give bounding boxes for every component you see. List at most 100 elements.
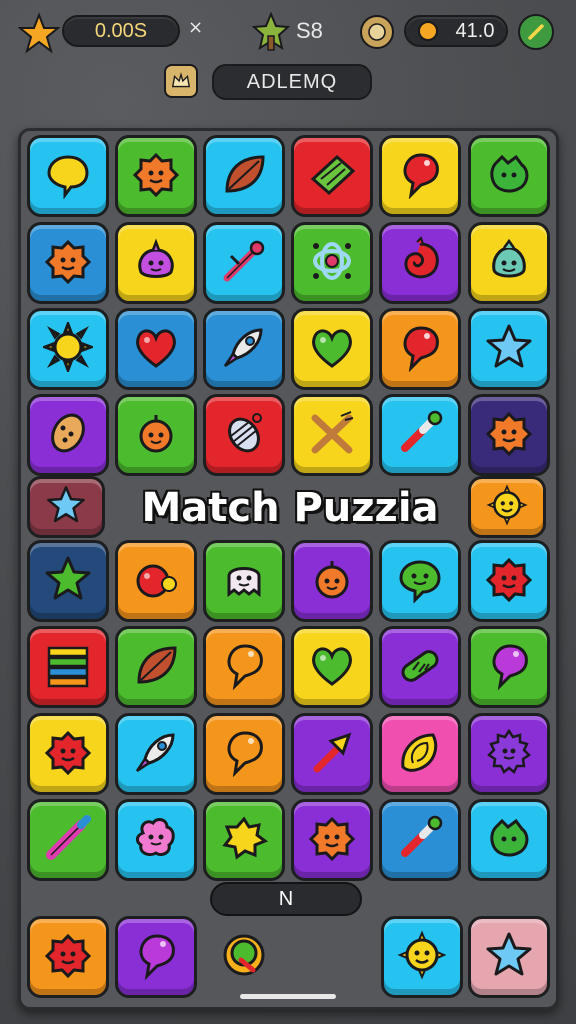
tile-r2-c1[interactable] (115, 308, 197, 390)
tile-r6-c2[interactable] (203, 626, 285, 708)
tile-r7-c3[interactable] (291, 713, 373, 795)
rocket-icon (131, 727, 181, 781)
tile-r9-c4[interactable] (381, 916, 463, 998)
orange-blob-icon (131, 149, 181, 203)
tile-r2-c0[interactable] (27, 308, 109, 390)
leaf-icon (131, 640, 181, 694)
purple-bubble-icon (131, 930, 181, 984)
orange-blob-icon (43, 236, 93, 290)
tile-r0-c3[interactable] (291, 135, 373, 217)
orange-bubble-icon (219, 640, 269, 694)
tile-r3-c0[interactable] (27, 394, 109, 476)
tile-r0-c1[interactable] (115, 135, 197, 217)
atom-icon (307, 236, 357, 290)
arrow-icon (307, 727, 357, 781)
close-icon[interactable]: × (188, 17, 203, 38)
tile-r9-c2[interactable] (203, 916, 285, 998)
red-bubble-icon (395, 149, 445, 203)
tile-r2-c5[interactable] (468, 308, 550, 390)
title-bar[interactable]: ADLEMQ (212, 64, 372, 100)
home-indicator[interactable] (240, 994, 336, 999)
orange-fruit-icon (131, 408, 181, 462)
tile-r6-c1[interactable] (115, 626, 197, 708)
tile-r0-c5[interactable] (468, 135, 550, 217)
pink-blob-icon (131, 813, 181, 867)
tile-r1-c1[interactable] (115, 222, 197, 304)
score-value: 0.00S (94, 19, 148, 42)
green-pin-icon (219, 930, 269, 984)
tile-r6-c0[interactable] (27, 626, 109, 708)
tile-r6-c3[interactable] (291, 626, 373, 708)
orange-bubble-icon (219, 727, 269, 781)
tile-r6-c4[interactable] (379, 626, 461, 708)
sun-face-icon (486, 484, 528, 530)
paint-brush-icon (395, 408, 445, 462)
tile-r1-c3[interactable] (291, 222, 373, 304)
tile-r8-c2[interactable] (203, 799, 285, 881)
tile-r5-c1[interactable] (115, 540, 197, 622)
red-blob-icon (43, 930, 93, 984)
coin-icon (417, 21, 438, 41)
tile-r9-c5[interactable] (468, 916, 550, 998)
stack-icon (43, 640, 93, 694)
sun-face-icon (397, 930, 447, 984)
tile-r0-c0[interactable] (27, 135, 109, 217)
tile-r7-c0[interactable] (27, 713, 109, 795)
tile-r3-c3[interactable] (291, 394, 373, 476)
tile-r2-c3[interactable] (291, 308, 373, 390)
tile-r0-c2[interactable] (203, 135, 285, 217)
leaf-icon (219, 149, 269, 203)
orange-blob-icon (484, 408, 534, 462)
tile-r1-c2[interactable] (203, 222, 285, 304)
green-heart-icon (307, 640, 357, 694)
bolt-icon (17, 12, 61, 54)
settings-icon[interactable] (518, 14, 554, 50)
tile-r3-c1[interactable] (115, 394, 197, 476)
tile-r0-c4[interactable] (379, 135, 461, 217)
tile-r5-c2[interactable] (203, 540, 285, 622)
tile-r5-c0[interactable] (27, 540, 109, 622)
tile-r9-c1[interactable] (115, 916, 197, 998)
tile-r8-c3[interactable] (291, 799, 373, 881)
tile-r5-c5[interactable] (468, 540, 550, 622)
tile-r7-c1[interactable] (115, 713, 197, 795)
tile-r7-c2[interactable] (203, 713, 285, 795)
tile-r3-c5[interactable] (468, 394, 550, 476)
crown-icon (164, 64, 198, 98)
coins-pill: 41.0 (404, 15, 508, 47)
rocket-icon (219, 322, 269, 376)
tile-r4-c0[interactable] (27, 476, 105, 538)
red-swirl-icon (395, 236, 445, 290)
game-board (18, 128, 559, 1010)
tile-r3-c2[interactable] (203, 394, 285, 476)
tile-r1-c4[interactable] (379, 222, 461, 304)
tile-r8-c0[interactable] (27, 799, 109, 881)
tomato-icon (131, 554, 181, 608)
green-leaf-icon (307, 149, 357, 203)
tile-r8-c1[interactable] (115, 799, 197, 881)
tile-r1-c5[interactable] (468, 222, 550, 304)
bottom-pill[interactable]: N (210, 882, 362, 916)
tile-r2-c2[interactable] (203, 308, 285, 390)
tile-r8-c4[interactable] (379, 799, 461, 881)
green-bubble-icon (395, 554, 445, 608)
ghost-icon (219, 554, 269, 608)
tile-r1-c0[interactable] (27, 222, 109, 304)
tile-r5-c3[interactable] (291, 540, 373, 622)
tile-r7-c4[interactable] (379, 713, 461, 795)
coins-value: 41.0 (455, 19, 495, 42)
tile-r6-c5[interactable] (468, 626, 550, 708)
tile-r7-c5[interactable] (468, 713, 550, 795)
orange-fruit-icon (307, 554, 357, 608)
stars-value: S8 (296, 18, 323, 43)
red-blob-icon (43, 727, 93, 781)
tile-r4-c5[interactable] (468, 476, 546, 538)
yellow-star-icon (219, 813, 269, 867)
tile-r5-c4[interactable] (379, 540, 461, 622)
crossed-sticks-icon (307, 408, 357, 462)
green-blob-icon (484, 813, 534, 867)
tile-r8-c5[interactable] (468, 799, 550, 881)
tile-r3-c4[interactable] (379, 394, 461, 476)
tile-r9-c0[interactable] (27, 916, 109, 998)
tile-r2-c4[interactable] (379, 308, 461, 390)
